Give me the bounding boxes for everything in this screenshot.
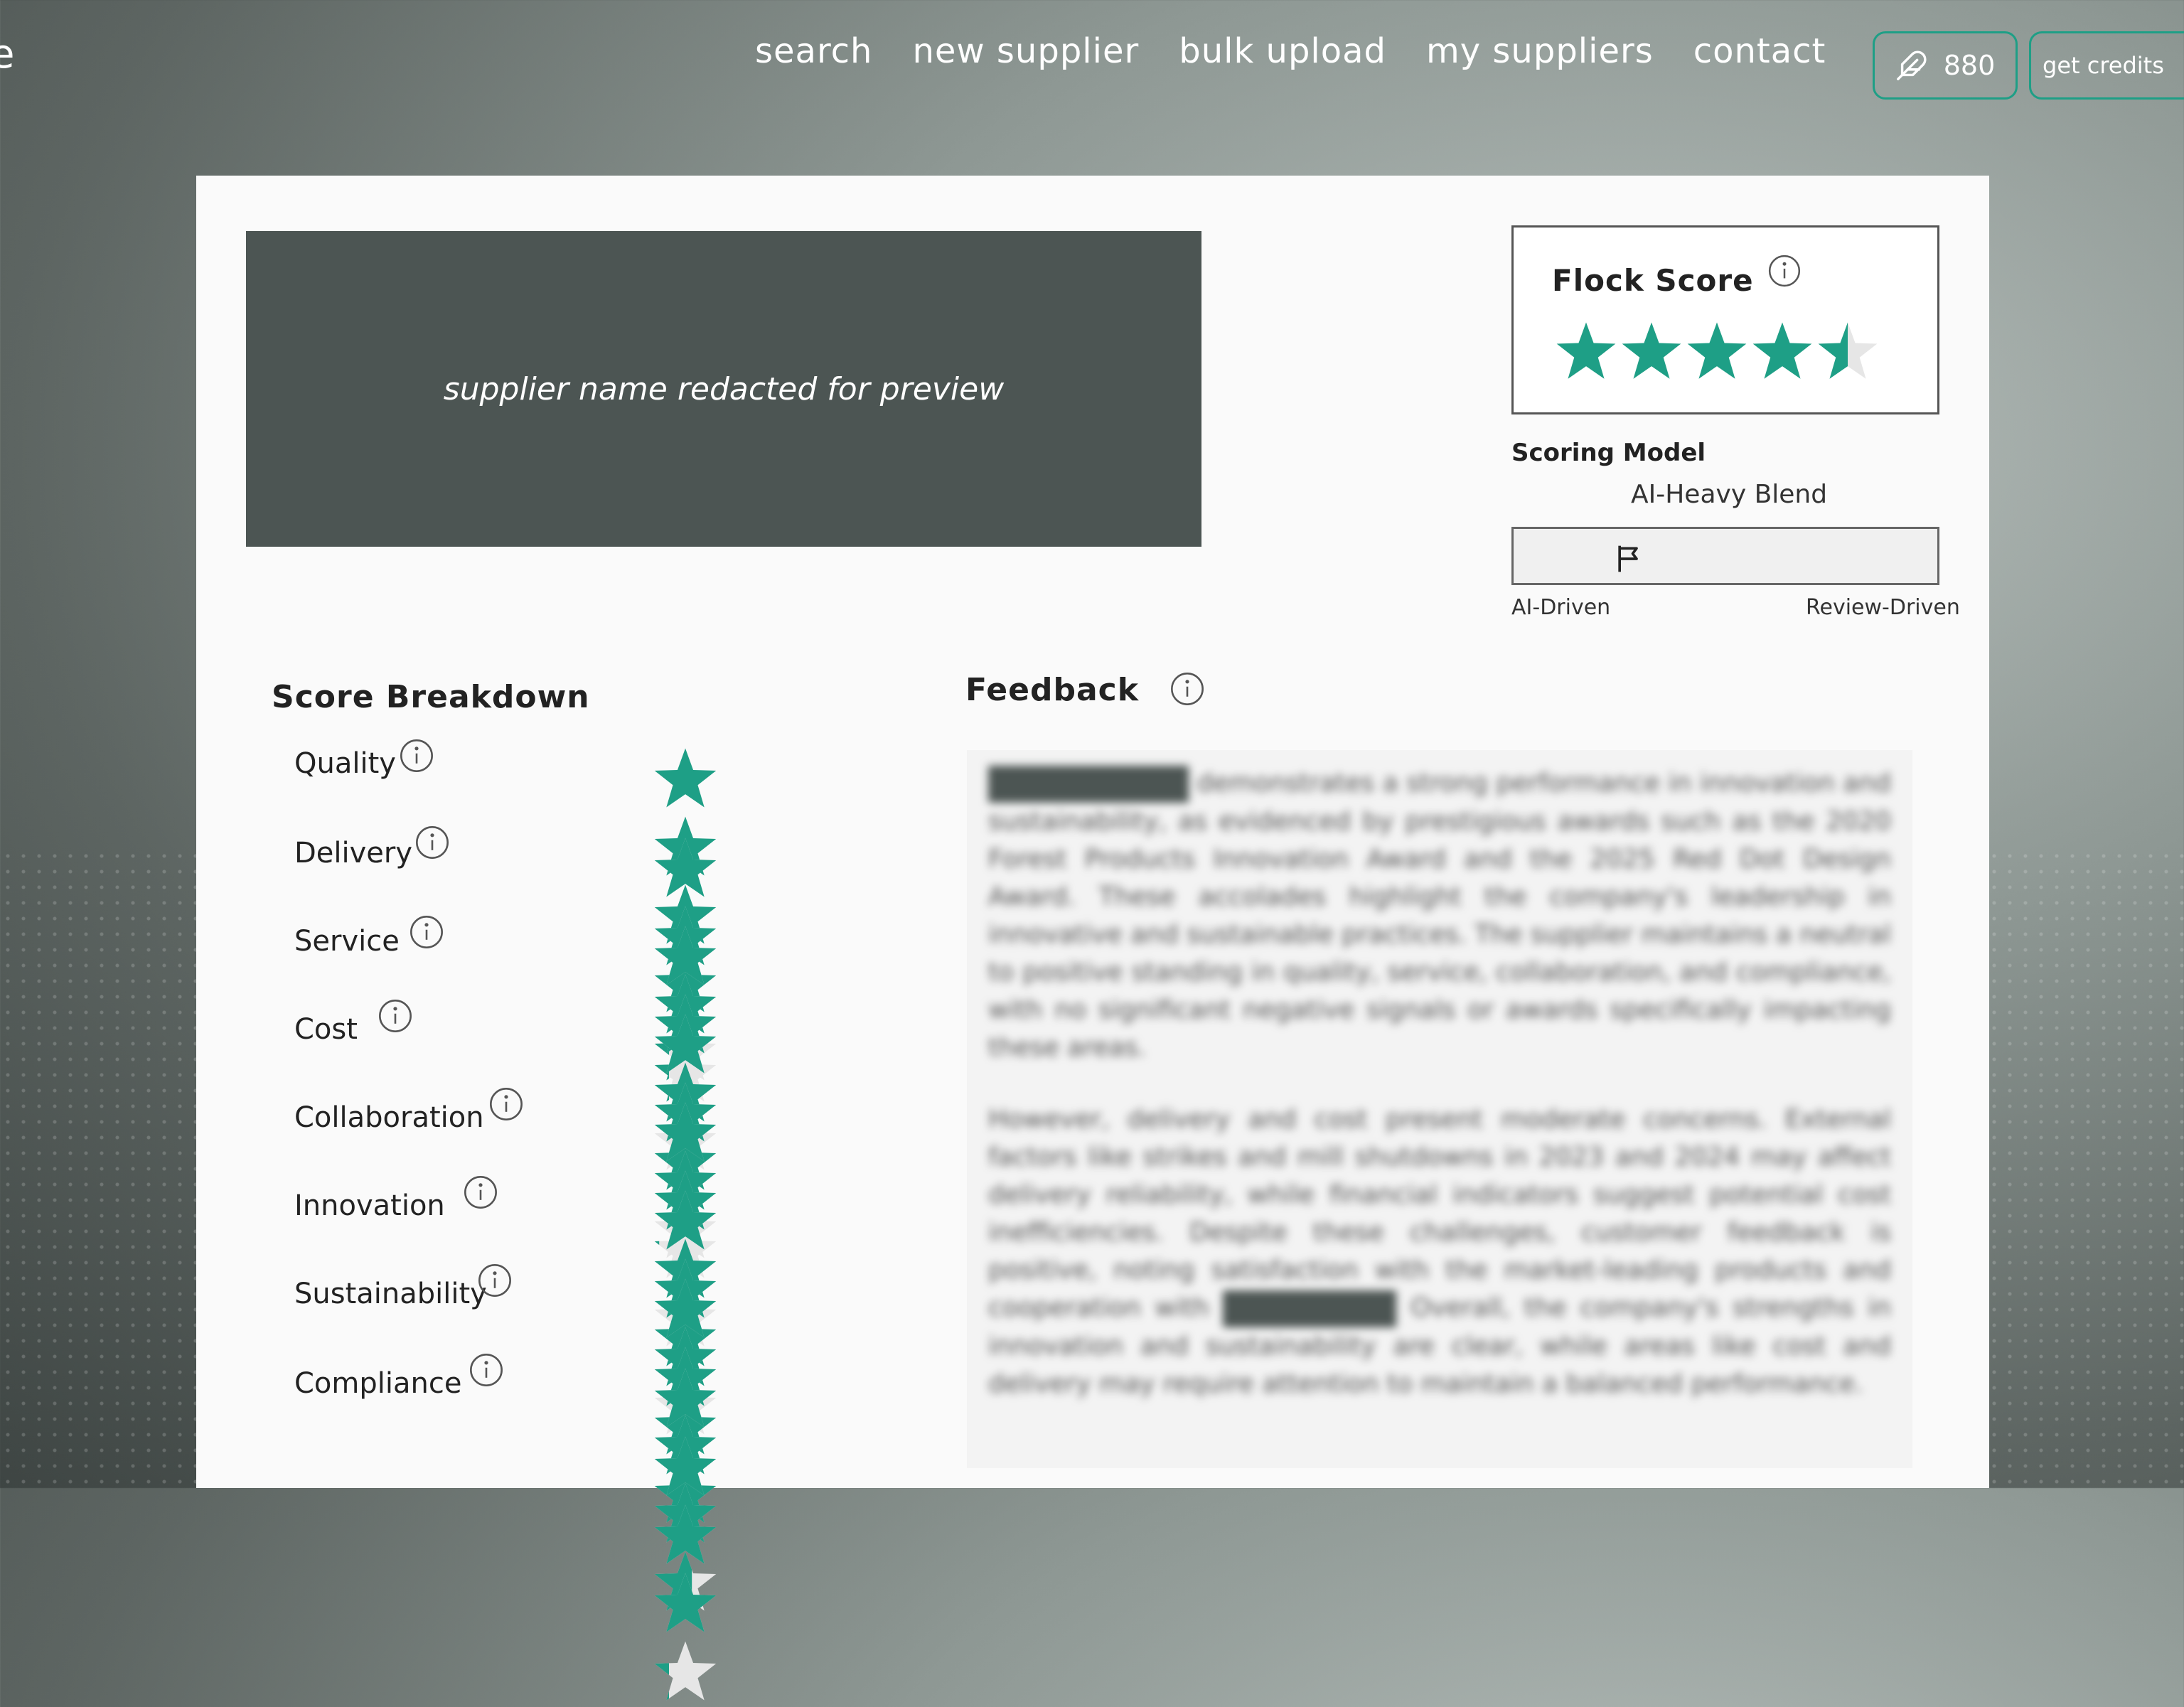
- flock-score-box: Flock Score: [1511, 225, 1939, 414]
- star-icon: [654, 1278, 717, 1338]
- star-icon: [1818, 322, 1878, 379]
- info-icon[interactable]: [414, 824, 451, 861]
- banner-text: supplier name redacted for preview: [443, 370, 1005, 407]
- feedback-text-1: demonstrates a strong performance in inn…: [988, 769, 1891, 1062]
- star-icon: [1752, 322, 1812, 379]
- info-icon[interactable]: [468, 1352, 505, 1388]
- logo-fragment: e: [0, 31, 15, 77]
- nav-bulk-upload[interactable]: bulk upload: [1179, 31, 1386, 71]
- nav-search[interactable]: search: [755, 31, 872, 71]
- score-breakdown-title: Score Breakdown: [272, 679, 590, 715]
- info-icon[interactable]: [377, 997, 414, 1034]
- get-credits-button[interactable]: get credits: [2029, 31, 2184, 100]
- scoring-model-value: AI-Heavy Blend: [1631, 480, 1828, 509]
- star-icon: [654, 1190, 717, 1250]
- supplier-banner: supplier name redacted for preview: [246, 231, 1201, 547]
- nav-new-supplier[interactable]: new supplier: [912, 31, 1139, 71]
- star-icon: [1556, 322, 1616, 379]
- star-icon: [654, 748, 717, 808]
- star-icon: [654, 1641, 717, 1701]
- credits-count: 880: [1943, 50, 1996, 81]
- slider-label-review-driven: Review-Driven: [1806, 595, 1960, 620]
- breakdown-label: Quality: [294, 747, 396, 780]
- scoring-model-label: Scoring Model: [1511, 439, 1706, 467]
- breakdown-label: Cost: [294, 1013, 358, 1046]
- flock-score-title-text: Flock Score: [1552, 263, 1754, 298]
- breakdown-stars: [653, 1366, 718, 1707]
- breakdown-label: Service: [294, 925, 400, 958]
- breakdown-label: Delivery: [294, 837, 413, 869]
- top-nav: search new supplier bulk upload my suppl…: [755, 31, 1866, 71]
- star-icon: [654, 926, 717, 985]
- star-icon: [654, 1014, 717, 1074]
- breakdown-label: Compliance: [294, 1367, 462, 1400]
- star-icon: [1622, 322, 1681, 379]
- breakdown-label: Sustainability: [294, 1278, 487, 1310]
- credits-button[interactable]: 880: [1873, 31, 2018, 100]
- feedback-title-text: Feedback: [965, 672, 1139, 708]
- scoring-model-slider[interactable]: [1511, 527, 1939, 585]
- info-icon[interactable]: [1767, 253, 1802, 289]
- star-icon: [654, 1102, 717, 1162]
- info-icon[interactable]: [1169, 670, 1206, 707]
- breakdown-label: Innovation: [294, 1189, 445, 1222]
- info-icon[interactable]: [408, 914, 445, 951]
- slider-label-ai-driven: AI-Driven: [1511, 595, 1611, 620]
- flock-score-title: Flock Score: [1552, 255, 1801, 298]
- star-icon: [654, 1436, 717, 1496]
- feedback-text: demonstrates a strong performance in inn…: [967, 750, 1912, 1468]
- star-icon: [654, 1573, 717, 1632]
- info-icon[interactable]: [488, 1086, 525, 1123]
- feedback-title: Feedback: [965, 672, 1206, 708]
- flock-score-stars: [1555, 320, 1882, 385]
- info-icon[interactable]: [398, 737, 435, 774]
- nav-my-suppliers[interactable]: my suppliers: [1426, 31, 1654, 71]
- flag-icon[interactable]: [1613, 543, 1644, 574]
- star-icon: [654, 1368, 717, 1428]
- supplier-card: supplier name redacted for preview Flock…: [196, 176, 1989, 1701]
- redacted-name: [1223, 1290, 1397, 1327]
- star-icon: [654, 1504, 717, 1564]
- star-icon: [654, 838, 717, 897]
- breakdown-label: Collaboration: [294, 1101, 484, 1134]
- feedback-paragraph: demonstrates a strong performance in inn…: [988, 764, 1891, 1066]
- info-icon[interactable]: [462, 1174, 499, 1211]
- info-icon[interactable]: [476, 1262, 513, 1299]
- star-icon: [1687, 322, 1747, 379]
- feedback-paragraph: However, delivery and cost present moder…: [988, 1101, 1891, 1403]
- feedback-text-2a: However, delivery and cost present moder…: [988, 1105, 1891, 1322]
- feather-icon: [1896, 50, 1927, 80]
- redacted-name: [988, 766, 1189, 803]
- nav-contact[interactable]: contact: [1693, 31, 1826, 71]
